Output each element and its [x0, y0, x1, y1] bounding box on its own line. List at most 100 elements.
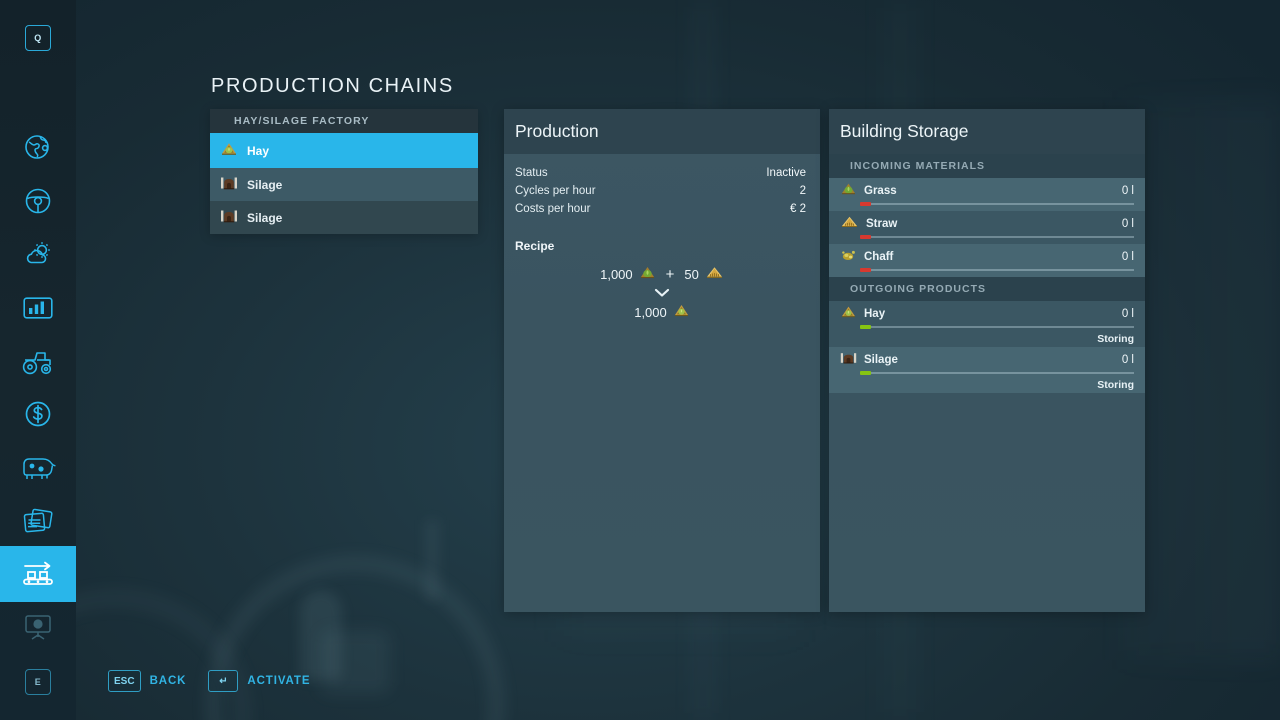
- storage-fill-bar: [862, 269, 1134, 271]
- q-key-icon: Q: [25, 25, 51, 51]
- storage-item-name: Hay: [864, 308, 886, 320]
- status-dot-green: [860, 325, 871, 329]
- list-item-label: Hay: [247, 143, 270, 158]
- production-panel-title: Production: [504, 109, 820, 154]
- silage-icon: [220, 208, 238, 227]
- sidebar-item-vehicles[interactable]: [0, 174, 76, 228]
- grass-icon: [639, 265, 656, 283]
- status-dot-red: [860, 202, 871, 206]
- conveyor-icon: [19, 559, 57, 589]
- stat-status: Status Inactive: [515, 167, 806, 179]
- stat-label: Cycles per hour: [515, 185, 596, 197]
- status-dot-red: [860, 268, 871, 272]
- enter-key-icon: ↵: [208, 670, 239, 692]
- storage-item-name: Grass: [864, 185, 897, 197]
- dollar-icon: [23, 399, 53, 429]
- building-storage-panel: Building Storage INCOMING MATERIALS Gras…: [829, 109, 1145, 612]
- storage-item-amount: 0 l: [1121, 218, 1134, 230]
- sidebar-item-production[interactable]: [0, 546, 76, 602]
- e-key-icon: E: [25, 669, 51, 695]
- storage-row-grass[interactable]: Grass 0 l: [829, 178, 1145, 211]
- sidebar-item-statistics[interactable]: [0, 281, 76, 335]
- recipe-output-amount: 1,000: [634, 304, 667, 320]
- sidebar-item-contracts[interactable]: [0, 495, 76, 549]
- production-stats: Status Inactive Cycles per hour 2 Costs …: [504, 154, 820, 215]
- sidebar-item-hotkey-e[interactable]: E: [0, 655, 76, 709]
- recipe-heading: Recipe: [515, 239, 555, 253]
- storage-panel-title: Building Storage: [829, 109, 1145, 154]
- sidebar-item-hotkey-q[interactable]: Q: [0, 11, 76, 65]
- recipe-input-amount: 50: [684, 266, 699, 282]
- hay-icon: [673, 303, 690, 321]
- sidebar-item-tractor[interactable]: [0, 335, 76, 389]
- contracts-icon: [21, 508, 55, 536]
- straw-icon: [840, 215, 859, 234]
- section-header-incoming: INCOMING MATERIALS: [829, 154, 1145, 178]
- sidebar-item-animals[interactable]: [0, 441, 76, 495]
- storage-row-straw[interactable]: Straw 0 l: [829, 211, 1145, 244]
- sidebar-item-weather[interactable]: [0, 227, 76, 281]
- recipe-inputs: 1,000 + 50: [504, 265, 820, 283]
- steering-wheel-icon: [23, 186, 53, 216]
- weather-icon: [22, 239, 54, 269]
- stat-value: € 2: [790, 203, 806, 215]
- background-blur-shape: [300, 590, 342, 680]
- section-header-outgoing: OUTGOING PRODUCTS: [829, 277, 1145, 301]
- bottom-hint-bar: ESC BACK ↵ ACTIVATE: [108, 670, 310, 692]
- list-item-hay[interactable]: Hay: [210, 133, 478, 168]
- hint-activate[interactable]: ↵ ACTIVATE: [208, 670, 310, 692]
- recipe-plus: +: [665, 265, 675, 283]
- storage-row-chaff[interactable]: Chaff 0 l: [829, 244, 1145, 277]
- tractor-icon: [21, 348, 55, 376]
- esc-key-icon: ESC: [108, 670, 141, 692]
- storage-item-amount: 0 l: [1121, 354, 1134, 366]
- storage-fill-bar: [862, 372, 1134, 374]
- background-blur-shape: [320, 630, 390, 694]
- list-item-silage-1[interactable]: Silage: [210, 168, 478, 201]
- recipe-outputs: 1,000: [504, 303, 820, 321]
- chaff-icon: [840, 248, 857, 267]
- background-blur-shape: [425, 520, 439, 600]
- page-title: PRODUCTION CHAINS: [211, 75, 454, 97]
- list-item-label: Silage: [247, 177, 283, 192]
- hay-icon: [220, 141, 238, 160]
- globe-icon: [23, 132, 53, 162]
- statistics-icon: [22, 295, 54, 321]
- chevron-down-icon: [654, 288, 670, 297]
- hint-label: BACK: [149, 675, 187, 687]
- recipe-input-amount: 1,000: [600, 266, 633, 282]
- storage-item-name: Silage: [864, 354, 898, 366]
- storage-item-amount: 0 l: [1121, 251, 1134, 263]
- stat-value: Inactive: [766, 167, 806, 179]
- left-sidebar: Q E: [0, 0, 76, 720]
- storage-item-name: Straw: [866, 218, 898, 230]
- stat-label: Status: [515, 167, 548, 179]
- silage-icon: [220, 175, 238, 194]
- storage-item-status: Storing: [1097, 333, 1134, 345]
- storage-row-hay[interactable]: Hay 0 l Storing: [829, 301, 1145, 347]
- game-menu-screen: Q E PRODUCTION CHAINS HAY/SILAGE FACTORY…: [0, 0, 1280, 720]
- straw-icon: [705, 265, 724, 283]
- status-dot-green: [860, 371, 871, 375]
- hint-label: ACTIVATE: [247, 675, 311, 687]
- storage-item-amount: 0 l: [1121, 185, 1134, 197]
- storage-fill-bar: [862, 203, 1134, 205]
- stat-value: 2: [799, 185, 806, 197]
- storage-item-amount: 0 l: [1121, 308, 1134, 320]
- storage-row-silage[interactable]: Silage 0 l Storing: [829, 347, 1145, 393]
- construction-icon: [22, 613, 54, 641]
- list-item-silage-2[interactable]: Silage: [210, 201, 478, 234]
- hay-icon: [840, 305, 857, 324]
- sidebar-item-finances[interactable]: [0, 387, 76, 441]
- stat-costs-per-hour: Costs per hour € 2: [515, 203, 806, 215]
- cow-icon: [20, 454, 56, 482]
- hint-back[interactable]: ESC BACK: [108, 670, 186, 692]
- stat-label: Costs per hour: [515, 203, 591, 215]
- list-item-label: Silage: [247, 210, 283, 225]
- production-panel: Production Status Inactive Cycles per ho…: [504, 109, 820, 612]
- grass-icon: [840, 182, 857, 201]
- storage-fill-bar: [862, 326, 1134, 328]
- sidebar-item-construction[interactable]: [0, 600, 76, 654]
- sidebar-item-map[interactable]: [0, 120, 76, 174]
- recipe-diagram: 1,000 + 50 1,000: [504, 265, 820, 321]
